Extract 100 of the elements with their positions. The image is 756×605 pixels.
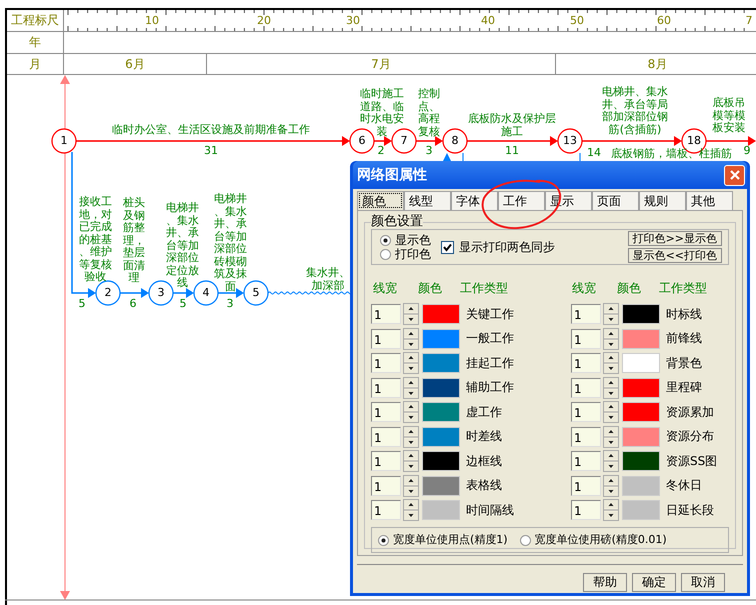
spin-buttons[interactable] — [403, 401, 419, 423]
radio-option[interactable]: 宽度单位使用磅(精度0.01) — [520, 533, 667, 547]
event-node — [51, 128, 77, 154]
dialog-button[interactable]: 确定 — [632, 573, 676, 592]
spin-buttons[interactable] — [403, 426, 419, 448]
color-swatch[interactable] — [422, 353, 460, 373]
ruler-tick-label: 60 — [656, 14, 672, 27]
column-header: 颜色 — [617, 280, 642, 297]
radio-option[interactable]: 显示色 — [380, 233, 431, 247]
item-label: 表格线 — [466, 477, 502, 494]
spin-buttons[interactable] — [403, 474, 419, 496]
spin-buttons[interactable] — [603, 328, 619, 350]
tab[interactable]: 规则 — [639, 191, 686, 210]
width-field[interactable]: 1 — [371, 402, 401, 422]
spin-buttons[interactable] — [603, 303, 619, 325]
spin-buttons[interactable] — [603, 450, 619, 472]
width-field[interactable]: 1 — [571, 304, 601, 324]
color-swatch[interactable] — [622, 304, 660, 324]
color-swatch[interactable] — [422, 402, 460, 422]
spin-buttons[interactable] — [403, 376, 419, 398]
color-swatch[interactable] — [622, 451, 660, 471]
width-field[interactable]: 1 — [371, 426, 401, 446]
width-field[interactable]: 1 — [371, 451, 401, 471]
color-swatch[interactable] — [422, 451, 460, 471]
color-swatch[interactable] — [622, 353, 660, 373]
spin-buttons[interactable] — [603, 474, 619, 496]
radio-button[interactable] — [378, 534, 389, 546]
item-label: 关键工作 — [466, 306, 514, 322]
width-field[interactable]: 1 — [371, 328, 401, 348]
color-swatch[interactable] — [422, 304, 460, 324]
item-label: 背景色 — [666, 354, 702, 372]
tab[interactable]: 颜色 — [357, 191, 404, 210]
color-swatch[interactable] — [422, 328, 460, 348]
duration-label: 5 — [78, 297, 86, 310]
tab[interactable]: 字体 — [451, 191, 498, 210]
color-swatch[interactable] — [422, 476, 460, 496]
activity-label: 临时办公室、生活区设施及前期准备工作 — [111, 124, 311, 136]
item-label: 冬休日 — [666, 477, 702, 494]
ruler-tick-label: 40 — [480, 14, 496, 27]
close-button[interactable] — [724, 164, 745, 186]
spin-buttons[interactable] — [403, 303, 419, 325]
width-field[interactable]: 1 — [571, 500, 601, 520]
item-label: 一般工作 — [466, 330, 514, 347]
width-field[interactable]: 1 — [571, 426, 601, 446]
checkbox[interactable] — [441, 240, 454, 254]
copy-color-button[interactable]: 显示色<<打印色 — [628, 248, 722, 263]
spin-buttons[interactable] — [403, 328, 419, 350]
node-number: 18 — [687, 134, 701, 148]
tab[interactable]: 线型 — [404, 191, 451, 210]
spin-buttons[interactable] — [403, 499, 419, 521]
color-swatch[interactable] — [622, 328, 660, 348]
spin-buttons[interactable] — [603, 426, 619, 448]
color-swatch[interactable] — [622, 476, 660, 496]
tab[interactable]: 工作 — [498, 191, 545, 210]
dialog-title: 网络图属性 — [357, 166, 427, 184]
tab[interactable]: 页面 — [592, 191, 639, 210]
color-swatch[interactable] — [622, 500, 660, 520]
spin-buttons[interactable] — [403, 450, 419, 472]
width-field[interactable]: 1 — [571, 328, 601, 348]
tab[interactable]: 其他 — [686, 191, 733, 210]
spin-buttons[interactable] — [403, 352, 419, 374]
width-field[interactable]: 1 — [371, 353, 401, 373]
dialog-button[interactable]: 帮助 — [583, 573, 627, 592]
width-field[interactable]: 1 — [571, 353, 601, 373]
spin-buttons[interactable] — [603, 352, 619, 374]
width-field[interactable]: 1 — [371, 304, 401, 324]
color-swatch[interactable] — [422, 500, 460, 520]
radio-option[interactable]: 宽度单位使用点(精度1) — [378, 533, 508, 547]
width-field[interactable]: 1 — [571, 476, 601, 496]
activity-label: 底板防水及保护层施工 — [467, 113, 557, 138]
dialog-button[interactable]: 取消 — [681, 573, 725, 592]
event-node — [95, 280, 121, 306]
width-field[interactable]: 1 — [371, 378, 401, 398]
width-field[interactable]: 1 — [571, 402, 601, 422]
copy-color-button[interactable]: 打印色>>显示色 — [628, 231, 722, 246]
activity-label: 电梯井、集水井、承台等局部加深部位钢筋(含插筋) — [601, 86, 669, 136]
radio-button[interactable] — [380, 234, 391, 246]
color-swatch[interactable] — [622, 426, 660, 446]
color-swatch[interactable] — [622, 378, 660, 398]
duration-label: 14 — [586, 146, 602, 159]
spin-buttons[interactable] — [603, 499, 619, 521]
width-field[interactable]: 1 — [371, 500, 401, 520]
sync-checkbox-option[interactable]: 显示打印两色同步 — [441, 238, 555, 256]
radio-button[interactable] — [380, 248, 391, 260]
spin-buttons[interactable] — [603, 376, 619, 398]
spin-buttons[interactable] — [603, 401, 619, 423]
ruler-tick-label: 30 — [345, 14, 361, 27]
radio-button[interactable] — [520, 534, 531, 546]
column-header: 工作类型 — [460, 280, 509, 297]
color-swatch[interactable] — [422, 378, 460, 398]
color-swatch[interactable] — [622, 402, 660, 422]
width-field[interactable]: 1 — [571, 451, 601, 471]
activity-arrow — [173, 288, 194, 298]
width-field[interactable]: 1 — [571, 378, 601, 398]
color-swatch[interactable] — [422, 426, 460, 446]
column-header: 线宽 — [572, 280, 597, 297]
item-label: 里程碑 — [666, 379, 702, 396]
width-field[interactable]: 1 — [371, 476, 401, 496]
radio-option[interactable]: 打印色 — [380, 247, 431, 261]
month-cell: 6月 — [64, 54, 207, 74]
